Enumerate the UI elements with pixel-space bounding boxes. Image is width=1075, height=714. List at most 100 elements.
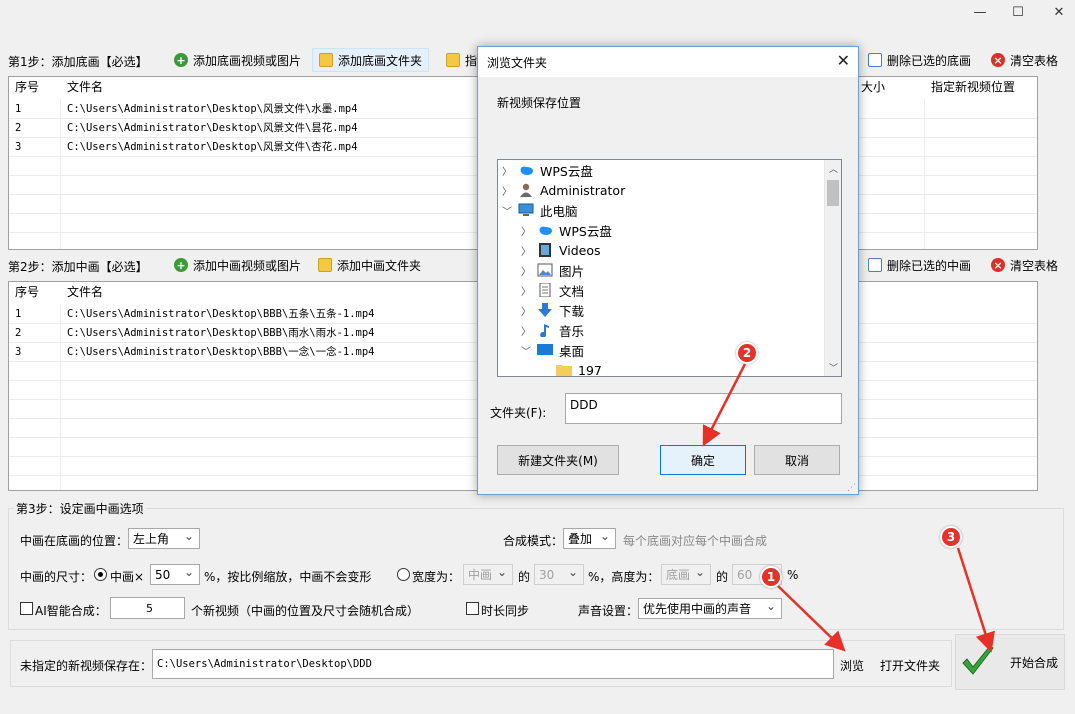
- tree-item-videos[interactable]: 〉 Videos: [521, 240, 601, 260]
- cancel-button[interactable]: 取消: [754, 445, 840, 475]
- row-index: 1: [15, 308, 22, 320]
- scroll-down-icon[interactable]: ﹀: [829, 361, 838, 374]
- dialog-titlebar[interactable]: 浏览文件夹: [478, 47, 858, 77]
- ai-count-spinner[interactable]: 5: [110, 597, 185, 619]
- add-overlay-media-button[interactable]: + 添加中画视频或图片: [168, 254, 308, 276]
- start-compose-button[interactable]: 开始合成: [955, 634, 1065, 690]
- output-path-value: C:\Users\Administrator\Desktop\DDD: [157, 658, 372, 670]
- folder-tree[interactable]: 〉 WPS云盘 〉 Administrator ﹀ 此电脑 〉 WPS云盘 〉 …: [497, 159, 842, 377]
- width-pct-select[interactable]: 30: [534, 564, 584, 585]
- height-pct-value: 60: [737, 567, 753, 582]
- column-header-filename[interactable]: 文件名: [61, 77, 361, 99]
- column-header-index[interactable]: 序号: [9, 282, 61, 304]
- row-filename: C:\Users\Administrator\Desktop\风景文件\杏花.m…: [67, 141, 358, 153]
- video-icon: [539, 243, 551, 257]
- column-header-index[interactable]: 序号: [9, 77, 61, 99]
- tree-item-music[interactable]: 〉 音乐: [521, 320, 584, 340]
- ok-label: 确定: [690, 453, 715, 468]
- row-index: 3: [15, 346, 22, 358]
- checkmark-icon: [962, 645, 994, 675]
- resize-grip-icon[interactable]: ⋰: [847, 483, 856, 493]
- position-select[interactable]: 左上角: [128, 528, 200, 549]
- column-header-filename[interactable]: 文件名: [61, 282, 361, 304]
- chevron-right-icon[interactable]: 〉: [521, 283, 531, 298]
- chevron-right-icon[interactable]: 〉: [521, 323, 531, 338]
- row-filename: C:\Users\Administrator\Desktop\风景文件\昙花.m…: [67, 122, 358, 134]
- tree-item-wps-cloud-2[interactable]: 〉 WPS云盘: [521, 220, 612, 240]
- tree-scrollbar[interactable]: ︿ ﹀: [824, 160, 841, 376]
- scale-value: 50: [155, 567, 171, 582]
- position-label: 中画在底画的位置：: [20, 534, 129, 548]
- size-radio[interactable]: [397, 568, 410, 581]
- mode-select[interactable]: 叠加: [563, 528, 616, 549]
- position-value: 左上角: [133, 532, 170, 546]
- sync-checkbox[interactable]: [466, 602, 479, 615]
- row-filename: C:\Users\Administrator\Desktop\风景文件\水墨.m…: [67, 103, 358, 115]
- tree-item-wps-cloud[interactable]: 〉 WPS云盘: [502, 160, 593, 180]
- tree-item-pictures[interactable]: 〉 图片: [521, 260, 584, 280]
- dialog-close-button[interactable]: ✕: [837, 51, 850, 70]
- audio-label: 声音设置：: [578, 604, 639, 618]
- tree-item-this-pc[interactable]: ﹀ 此电脑: [502, 200, 578, 220]
- height-ref-select[interactable]: 底画: [661, 564, 711, 585]
- clear-table-2-button[interactable]: × 清空表格: [985, 254, 1065, 276]
- scroll-up-icon[interactable]: ︿: [829, 162, 838, 175]
- row-filename: C:\Users\Administrator\Desktop\BBB\五条\五条…: [67, 308, 375, 320]
- add-base-folder-button[interactable]: 添加底画文件夹: [312, 48, 430, 72]
- folder-name-input[interactable]: DDD: [565, 393, 842, 424]
- tree-item-197[interactable]: 197: [540, 360, 602, 377]
- ok-button[interactable]: 确定: [660, 445, 746, 475]
- chevron-down-icon[interactable]: ﹀: [521, 343, 531, 358]
- scale-select[interactable]: 50: [150, 564, 200, 585]
- delete-list-icon: [868, 258, 882, 272]
- pct-label: %: [787, 568, 799, 582]
- row-index: 1: [15, 103, 22, 115]
- open-folder-button[interactable]: 打开文件夹: [880, 657, 940, 674]
- row-index: 2: [15, 122, 22, 134]
- cloud-icon: [520, 166, 533, 175]
- delete-selected-overlay-button[interactable]: 删除已选的中画: [862, 254, 978, 276]
- clear-icon: ×: [991, 53, 1005, 67]
- browse-folder-dialog[interactable]: 浏览文件夹 ✕ 新视频保存位置 〉 WPS云盘 〉 Administrator …: [477, 46, 859, 495]
- folder-add-icon: [318, 258, 332, 272]
- cancel-label: 取消: [784, 453, 809, 468]
- tree-item-label: 桌面: [559, 343, 585, 359]
- chevron-right-icon[interactable]: 〉: [502, 163, 512, 178]
- maximize-button[interactable]: ☐: [996, 0, 1040, 24]
- chevron-right-icon[interactable]: 〉: [521, 303, 531, 318]
- column-header-output-location[interactable]: 指定新视频位置: [925, 77, 1037, 99]
- scale-radio[interactable]: [94, 568, 107, 581]
- ai-checkbox[interactable]: [20, 602, 33, 615]
- chevron-right-icon[interactable]: 〉: [502, 183, 512, 198]
- chevron-right-icon[interactable]: 〉: [521, 223, 531, 238]
- height-ref-value: 底画: [666, 568, 691, 582]
- tree-item-downloads[interactable]: 〉 下载: [521, 300, 584, 320]
- chevron-right-icon[interactable]: 〉: [521, 263, 531, 278]
- tree-item-administrator[interactable]: 〉 Administrator: [502, 180, 625, 200]
- browse-button[interactable]: 浏览: [840, 657, 864, 674]
- mode-hint: 每个底画对应每个中画合成: [623, 534, 768, 548]
- tree-item-label: 197: [578, 362, 602, 377]
- height-label: %，高度为：: [588, 570, 660, 584]
- width-ref-select[interactable]: 中画: [463, 564, 513, 585]
- output-path-input[interactable]: C:\Users\Administrator\Desktop\DDD: [152, 649, 834, 679]
- tree-item-label: WPS云盘: [540, 163, 593, 179]
- add-overlay-folder-button[interactable]: 添加中画文件夹: [312, 254, 428, 276]
- width-ref-value: 中画: [468, 568, 493, 582]
- chevron-down-icon[interactable]: ﹀: [502, 203, 512, 218]
- audio-select[interactable]: 优先使用中画的声音: [638, 598, 782, 619]
- delete-selected-base-button[interactable]: 删除已选的底画: [862, 49, 978, 71]
- add-base-media-button[interactable]: + 添加底画视频或图片: [168, 49, 308, 71]
- tree-item-label: Administrator: [540, 182, 626, 198]
- scroll-thumb[interactable]: [827, 180, 839, 206]
- new-folder-button[interactable]: 新建文件夹(M): [497, 445, 619, 475]
- close-window-button[interactable]: ✕: [1037, 0, 1075, 24]
- column-header-size[interactable]: 大小: [855, 77, 925, 99]
- chevron-right-icon[interactable]: 〉: [521, 243, 531, 258]
- tree-item-documents[interactable]: 〉 文档: [521, 280, 584, 300]
- add-icon: +: [174, 258, 188, 272]
- start-label: 开始合成: [1010, 655, 1059, 670]
- tree-item-desktop[interactable]: ﹀ 桌面: [521, 340, 584, 360]
- clear-table-1-button[interactable]: × 清空表格: [985, 49, 1065, 71]
- of-label-1: 的: [518, 570, 531, 584]
